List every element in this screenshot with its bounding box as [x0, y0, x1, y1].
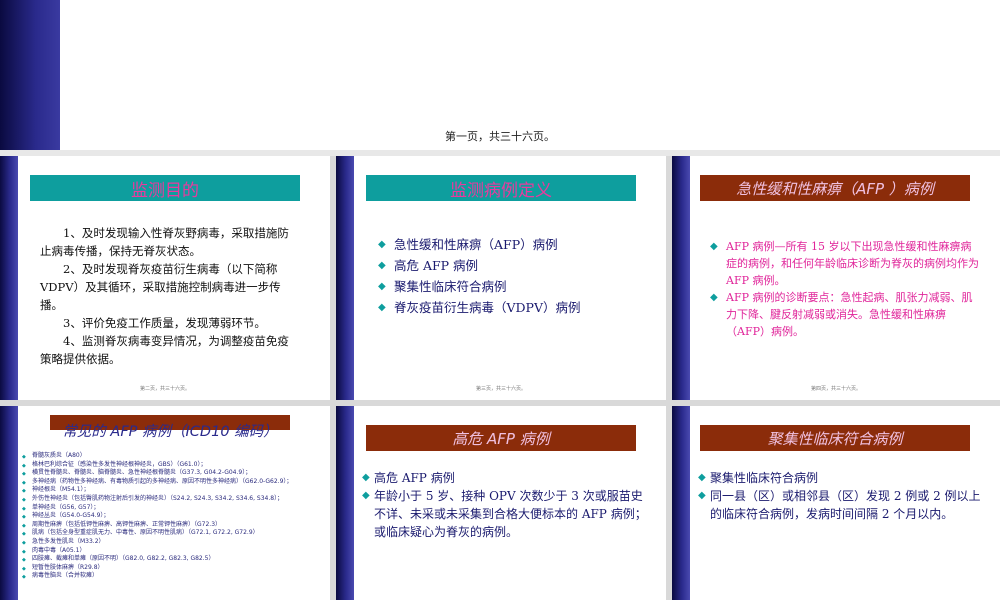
- diamond-bullet-icon: ◆: [22, 574, 26, 581]
- slide-title: 监测目的: [30, 175, 300, 201]
- list-item: ◆ 神经丛炎（G54.0-G54.9）；: [22, 512, 110, 521]
- list-item: ◆ 同一县（区）或相邻县（区）发现 2 例或 2 例以上的临床符合病例，发病时间间…: [698, 489, 981, 521]
- slide-title: 高危 AFP 病例: [366, 425, 636, 451]
- list-item: ◆ AFP 病例—所有 15 岁以下出现急性缓和性麻痹病症的病例，和任何年龄临床诊…: [710, 240, 979, 287]
- slide-cluster-cases[interactable]: 聚集性临床符合病例 ◆ 聚集性临床符合病例 ◆ 同一县（区）或相邻县（区）发现 2 …: [672, 406, 1000, 600]
- list-item: ◆ 急性多发性肌炎（M33.2）: [22, 537, 105, 546]
- slide-footer: 第二页，共三十六页。: [139, 386, 190, 392]
- diamond-bullet-icon: ◆: [710, 292, 718, 303]
- slide-monitoring-purpose[interactable]: 监测目的 1、及时发现输入性脊灰野病毒，采取措施防止病毒传播，保持无脊灰状态。 …: [0, 156, 330, 400]
- slide-case-definition[interactable]: 监测病例定义 ◆ 急性缓和性麻痹（AFP）病例 ◆ 高危 AFP 病例 ◆ 聚集性临床…: [336, 156, 666, 400]
- list-item: ◆ 横贯性脊髓炎、脊髓炎、脑脊髓炎、急性神经根脊髓炎（G37.3, G04.2-G…: [22, 469, 252, 478]
- slide-body: 1、及时发现输入性脊灰野病毒，采取措施防止病毒传播，保持无脊灰状态。 2、及时发…: [40, 224, 300, 368]
- list-item: ◆ 脊灰疫苗衍生病毒（VDPV）病例: [378, 297, 648, 318]
- slide-title: 监测病例定义: [366, 175, 636, 201]
- list-item: ◆ 格林巴利综合征（感染性多发性神经根神经炎，GBS）（G61.0）；: [22, 460, 207, 469]
- bullet-list: ◆ 聚集性临床符合病例 ◆ 同一县（区）或相邻县（区）发现 2 例或 2 例以上的临…: [698, 469, 988, 523]
- slide-title: 急性缓和性麻痹（AFP ）病例: [700, 175, 970, 201]
- slide-title: 常见的 AFP 病例（ICD10 编码）: [40, 412, 300, 452]
- list-item: ◆ 四肢瘫、截瘫和单瘫（原因不明）（G82.0, G82.2, G82.3, G8…: [22, 555, 215, 564]
- list-item: ◆ 急性缓和性麻痹（AFP）病例: [378, 234, 648, 255]
- paragraph: 4、监测脊灰病毒变异情况，为调整疫苗免疫策略提供依据。: [40, 334, 289, 366]
- diamond-bullet-icon: ◆: [378, 239, 386, 250]
- slide-afp-definition[interactable]: 急性缓和性麻痹（AFP ）病例 ◆ AFP 病例—所有 15 岁以下出现急性缓和性…: [672, 156, 1000, 400]
- list-item: ◆ 外伤性神经炎（包括臀肌药物注射后引发的神经炎）（S24.2, S24.3, S…: [22, 494, 284, 503]
- paragraph: 1、及时发现输入性脊灰野病毒，采取措施防止病毒传播，保持无脊灰状态。: [40, 226, 289, 258]
- list-item: ◆ 单神经炎（G56, G57）；: [22, 503, 100, 512]
- slide-footer: 第三页，共三十六页。: [475, 386, 526, 392]
- list-item: ◆ 高危 AFP 病例: [362, 471, 455, 485]
- list-item: ◆ 肌病（包括全身型重症肌无力、中毒性、原因不明性肌病）（G72.1, G72.2…: [22, 529, 259, 538]
- list-item: ◆ 聚集性临床符合病例: [378, 276, 648, 297]
- slide-side-bar: [0, 406, 18, 600]
- list-item: ◆ 聚集性临床符合病例: [698, 471, 819, 485]
- diamond-bullet-icon: ◆: [378, 260, 386, 271]
- page-caption: 第一页，共三十六页。: [445, 130, 555, 143]
- slide-high-risk-afp[interactable]: 高危 AFP 病例 ◆ 高危 AFP 病例 ◆ 年龄小于 5 岁、接种 OPV 次数…: [336, 406, 666, 600]
- diamond-bullet-icon: ◆: [362, 490, 370, 501]
- list-item: ◆ 脊髓灰质炎（A80）: [22, 452, 86, 460]
- bullet-list: ◆ 脊髓灰质炎（A80） ◆ 格林巴利综合征（感染性多发性神经根神经炎，GBS）（G…: [22, 452, 327, 581]
- bullet-list: ◆ 急性缓和性麻痹（AFP）病例 ◆ 高危 AFP 病例 ◆ 聚集性临床符合病例 ◆ 脊…: [378, 234, 648, 318]
- list-item: ◆ AFP 病例的诊断要点：急性起病、肌张力减弱、肌力下降、腱反射减弱或消失。急性…: [710, 291, 973, 338]
- list-item: ◆ 肉毒中毒（A05.1）: [22, 546, 86, 555]
- list-item: ◆ 年龄小于 5 岁、接种 OPV 次数少于 3 次或服苗史不详、未采或未采集到合…: [362, 489, 647, 539]
- list-item: ◆ 高危 AFP 病例: [378, 255, 648, 276]
- diamond-bullet-icon: ◆: [362, 472, 370, 483]
- paragraph: 2、及时发现脊灰疫苗衍生病毒（以下简称VDPV）及其循环，采取措施控制病毒进一步…: [40, 262, 281, 312]
- slide-side-bar: [672, 156, 690, 400]
- slide-side-bar: [672, 406, 690, 600]
- bullet-list: ◆ AFP 病例—所有 15 岁以下出现急性缓和性麻痹病症的病例，和任何年龄临床诊…: [710, 238, 980, 340]
- slide-common-afp-cases[interactable]: 常见的 AFP 病例（ICD10 编码） ◆ 脊髓灰质炎（A80） ◆ 格林巴利综合…: [0, 406, 330, 600]
- slide-side-bar: [336, 156, 354, 400]
- previous-slide-area: 第一页，共三十六页。: [0, 0, 1000, 150]
- paragraph: 3、评价免疫工作质量，发现薄弱环节。: [40, 316, 266, 330]
- slide-footer: 第四页，共三十六页。: [810, 386, 861, 392]
- list-item: ◆ 病毒性脑炎（合并软瘫）: [22, 572, 99, 581]
- diamond-bullet-icon: ◆: [378, 302, 386, 313]
- slide-side-bar: [0, 156, 18, 400]
- slide-side-bar: [336, 406, 354, 600]
- slide-title: 聚集性临床符合病例: [700, 425, 970, 451]
- bullet-list: ◆ 高危 AFP 病例 ◆ 年龄小于 5 岁、接种 OPV 次数少于 3 次或服苗史…: [362, 469, 647, 541]
- list-item: ◆ 神经根炎（M54.1）；: [22, 486, 90, 495]
- diamond-bullet-icon: ◆: [710, 241, 718, 252]
- diamond-bullet-icon: ◆: [698, 472, 706, 483]
- diamond-bullet-icon: ◆: [698, 490, 706, 501]
- diamond-bullet-icon: ◆: [378, 281, 386, 292]
